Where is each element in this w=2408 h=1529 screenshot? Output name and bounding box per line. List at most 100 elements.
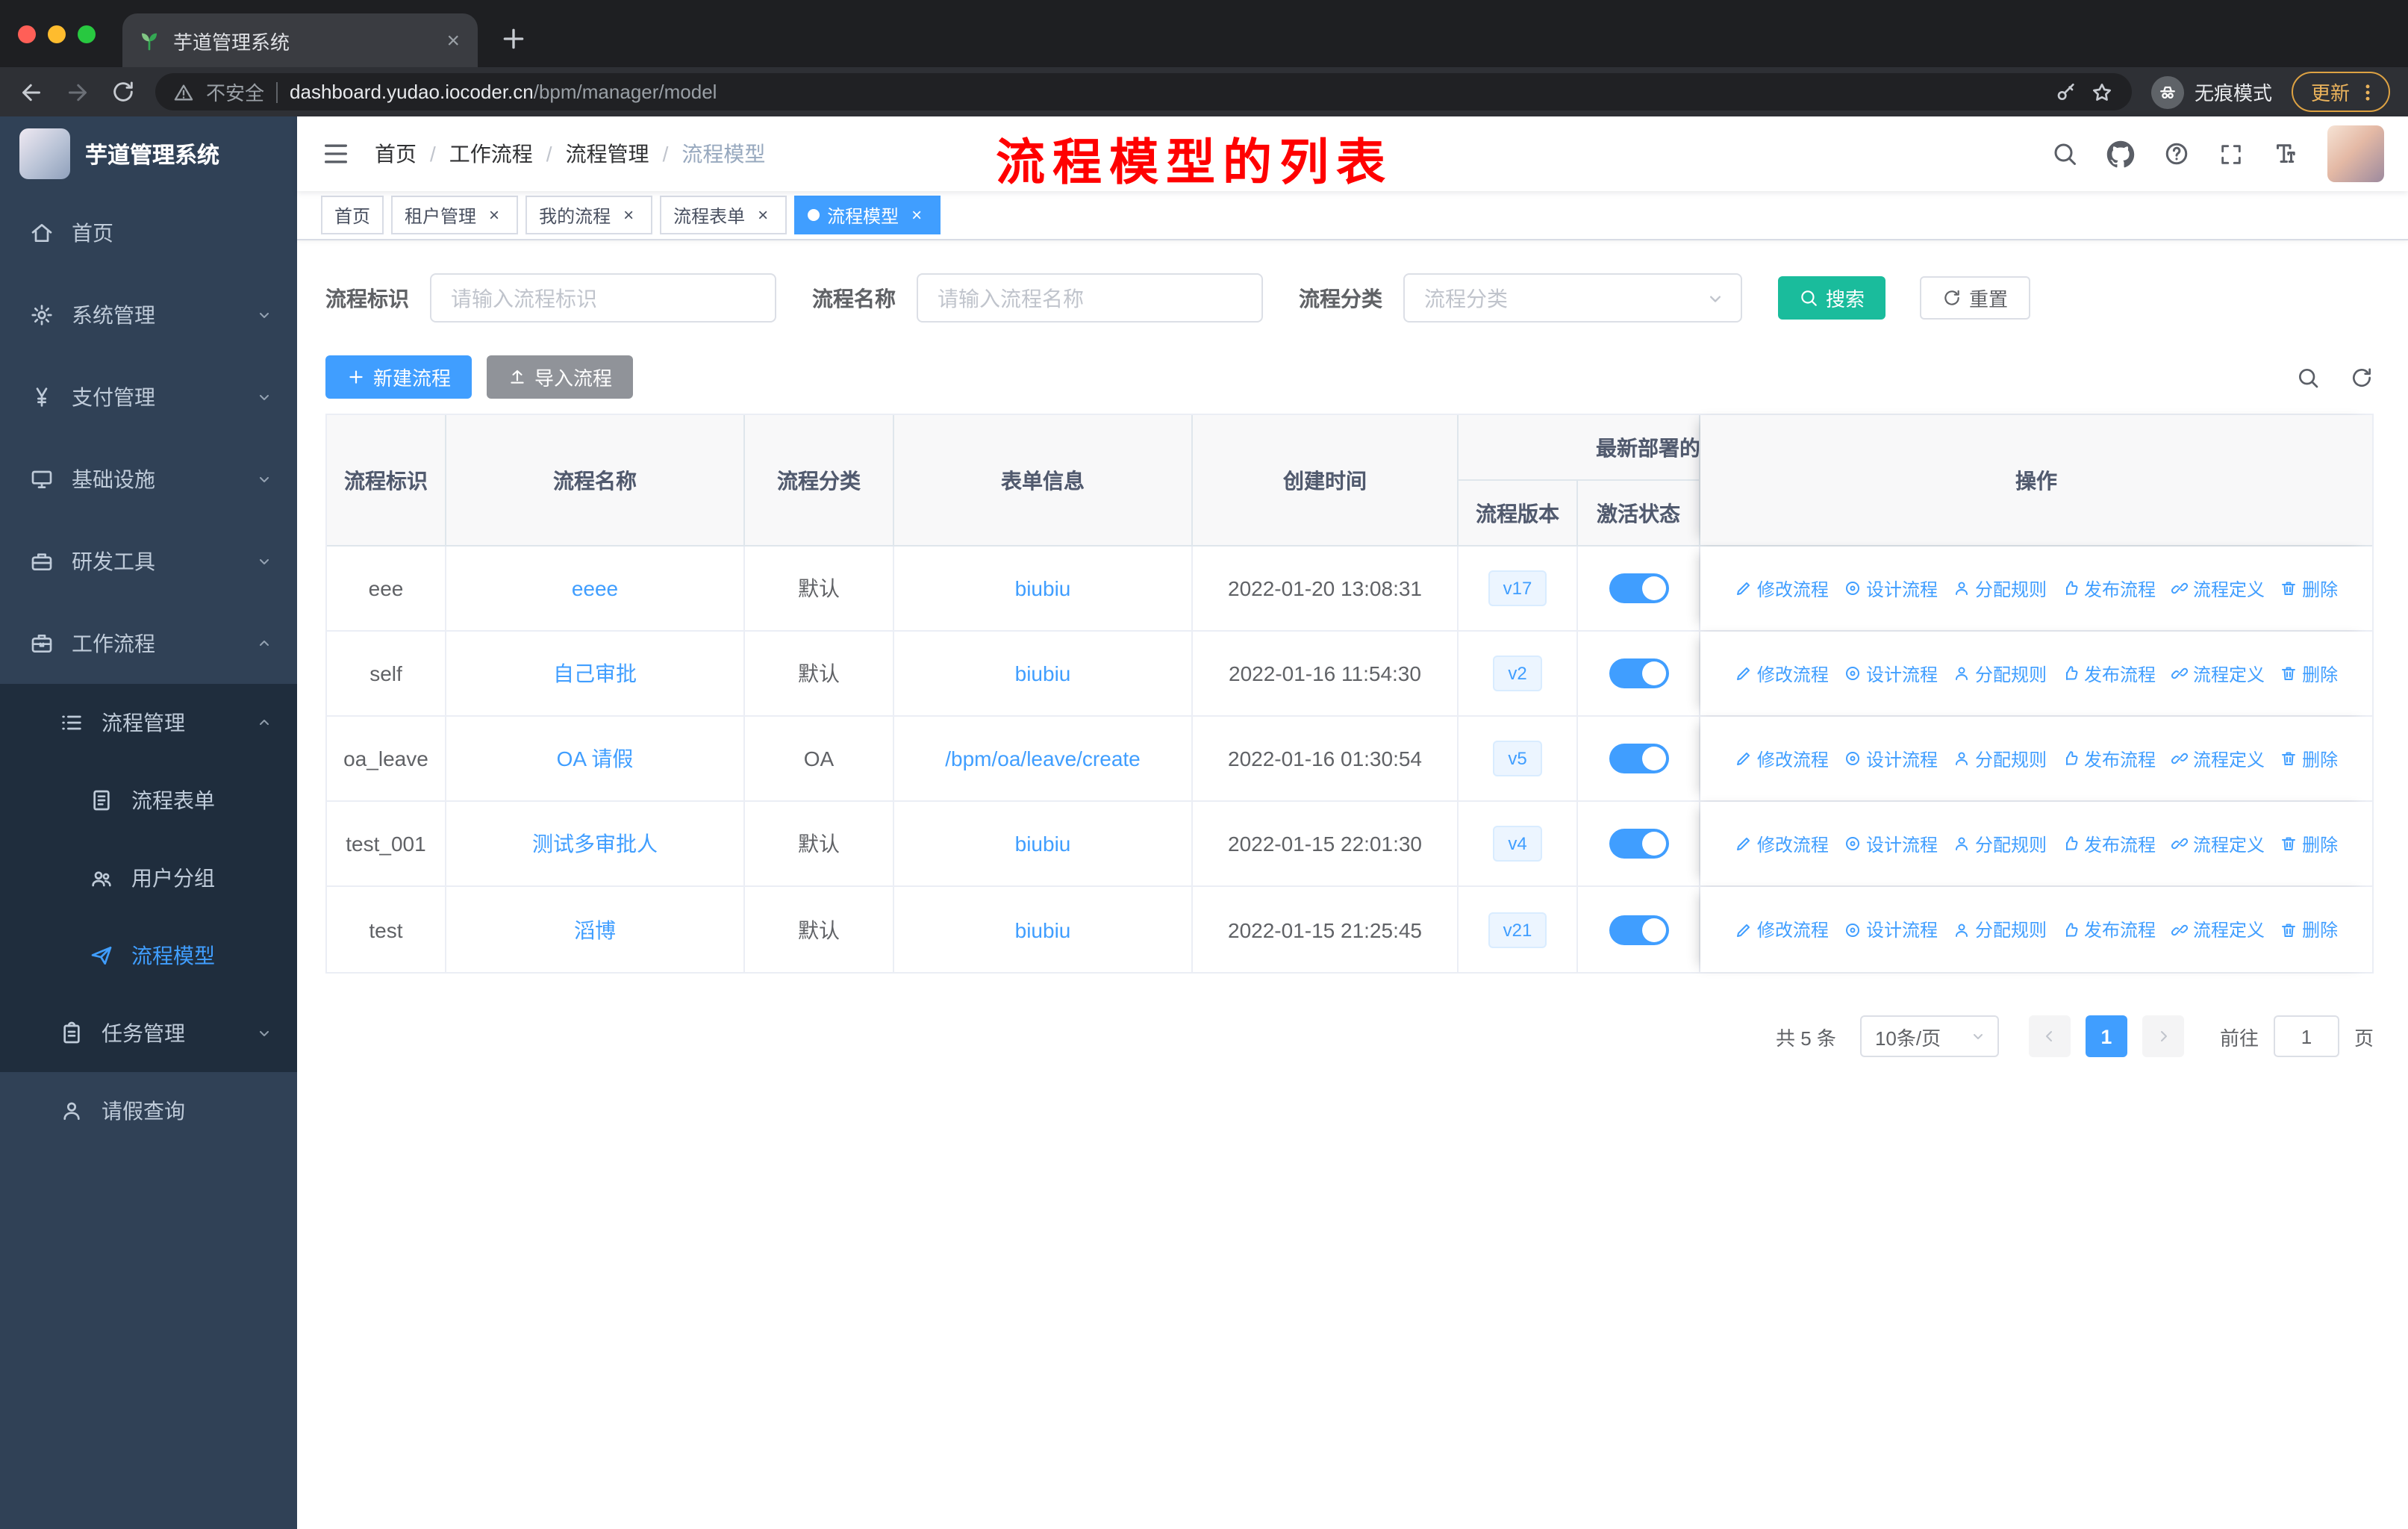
status-toggle[interactable] [1609, 573, 1668, 603]
sidebar-item-system-mgmt[interactable]: 系统管理 [0, 273, 297, 355]
sidebar-item-process-form[interactable]: 流程表单 [0, 762, 297, 839]
browser-menu-dots-icon[interactable] [2357, 81, 2378, 102]
action-publish-process[interactable]: 发布流程 [2062, 831, 2156, 856]
process-name-input[interactable] [917, 273, 1263, 323]
process-name-link[interactable]: 自己审批 [553, 658, 637, 688]
table-search-icon[interactable] [2296, 365, 2320, 389]
status-toggle[interactable] [1609, 744, 1668, 773]
action-edit-process[interactable]: 修改流程 [1735, 917, 1829, 942]
action-delete[interactable]: 删除 [2280, 831, 2338, 856]
action-process-definition[interactable]: 流程定义 [2171, 576, 2265, 601]
action-design-process[interactable]: 设计流程 [1844, 917, 1938, 942]
form-info-link[interactable]: biubiu [1015, 832, 1071, 856]
sidebar-item-task-mgmt[interactable]: 任务管理 [0, 994, 297, 1072]
bookmark-star-icon[interactable] [2090, 80, 2114, 104]
action-design-process[interactable]: 设计流程 [1844, 746, 1938, 771]
view-tag[interactable]: 流程表单 × [660, 196, 787, 234]
passwords-key-icon[interactable] [2054, 80, 2078, 104]
action-process-definition[interactable]: 流程定义 [2171, 661, 2265, 686]
tag-close-icon[interactable]: × [484, 205, 505, 225]
user-avatar[interactable] [2327, 125, 2384, 182]
sidebar-item-process-mgmt[interactable]: 流程管理 [0, 684, 297, 762]
import-process-button[interactable]: 导入流程 [487, 355, 634, 399]
action-assign-rule[interactable]: 分配规则 [1953, 746, 2047, 771]
process-name-link[interactable]: 滔博 [574, 915, 616, 944]
view-tag[interactable]: 我的流程 × [525, 196, 653, 234]
hamburger-icon[interactable] [321, 139, 351, 169]
action-publish-process[interactable]: 发布流程 [2062, 661, 2156, 686]
form-info-link[interactable]: biubiu [1015, 661, 1071, 685]
url-omnibox[interactable]: 不安全 dashboard.yudao.iocoder.cn/bpm/manag… [155, 73, 2132, 110]
form-info-link[interactable]: /bpm/oa/leave/create [945, 747, 1141, 770]
form-info-link[interactable]: biubiu [1015, 918, 1071, 941]
prev-page-button[interactable] [2028, 1015, 2071, 1057]
close-window-button[interactable] [18, 25, 36, 43]
search-icon[interactable] [2051, 140, 2078, 167]
form-info-link[interactable]: biubiu [1015, 576, 1071, 600]
breadcrumb-item-process-mgmt[interactable]: 流程管理 [566, 139, 649, 169]
help-icon[interactable] [2163, 140, 2190, 167]
sidebar-item-payment-mgmt[interactable]: 支付管理 [0, 355, 297, 437]
forward-icon[interactable] [64, 78, 91, 105]
category-select[interactable]: 流程分类 [1403, 273, 1742, 323]
reload-icon[interactable] [110, 79, 136, 105]
action-publish-process[interactable]: 发布流程 [2062, 917, 2156, 942]
minimize-window-button[interactable] [48, 25, 66, 43]
update-button[interactable]: 更新 [2291, 72, 2390, 112]
back-icon[interactable] [18, 78, 45, 105]
action-design-process[interactable]: 设计流程 [1844, 661, 1938, 686]
next-page-button[interactable] [2142, 1015, 2184, 1057]
breadcrumb-item-home[interactable]: 首页 [375, 139, 417, 169]
status-toggle[interactable] [1609, 829, 1668, 859]
action-delete[interactable]: 删除 [2280, 576, 2338, 601]
action-assign-rule[interactable]: 分配规则 [1953, 661, 2047, 686]
action-design-process[interactable]: 设计流程 [1844, 831, 1938, 856]
font-size-icon[interactable] [2272, 140, 2299, 167]
action-assign-rule[interactable]: 分配规则 [1953, 831, 2047, 856]
view-tag[interactable]: 首页 [321, 196, 384, 234]
process-name-link[interactable]: 测试多审批人 [532, 829, 658, 859]
view-tag[interactable]: 租户管理 × [391, 196, 519, 234]
goto-page-input[interactable] [2273, 1015, 2339, 1057]
view-tag[interactable]: 流程模型 × [794, 196, 941, 234]
action-process-definition[interactable]: 流程定义 [2171, 831, 2265, 856]
search-button[interactable]: 搜索 [1778, 276, 1886, 320]
table-refresh-icon[interactable] [2350, 365, 2374, 389]
action-delete[interactable]: 删除 [2280, 917, 2338, 942]
action-edit-process[interactable]: 修改流程 [1735, 831, 1829, 856]
action-edit-process[interactable]: 修改流程 [1735, 576, 1829, 601]
action-edit-process[interactable]: 修改流程 [1735, 661, 1829, 686]
fullscreen-icon[interactable] [2218, 141, 2244, 166]
sidebar-item-infrastructure[interactable]: 基础设施 [0, 437, 297, 520]
action-publish-process[interactable]: 发布流程 [2062, 746, 2156, 771]
sidebar-item-workflow[interactable]: 工作流程 [0, 602, 297, 684]
maximize-window-button[interactable] [78, 25, 96, 43]
tag-close-icon[interactable]: × [906, 205, 927, 225]
action-edit-process[interactable]: 修改流程 [1735, 746, 1829, 771]
page-size-select[interactable]: 10条/页 [1859, 1015, 1999, 1057]
tag-close-icon[interactable]: × [618, 205, 639, 225]
process-name-link[interactable]: OA 请假 [557, 744, 634, 773]
action-process-definition[interactable]: 流程定义 [2171, 917, 2265, 942]
sidebar-item-home[interactable]: 首页 [0, 191, 297, 273]
tag-close-icon[interactable]: × [752, 205, 773, 225]
action-delete[interactable]: 删除 [2280, 661, 2338, 686]
process-name-link[interactable]: eeee [572, 576, 618, 600]
status-toggle[interactable] [1609, 915, 1668, 944]
action-process-definition[interactable]: 流程定义 [2171, 746, 2265, 771]
tab-close-icon[interactable]: × [443, 28, 463, 53]
reset-button[interactable]: 重置 [1920, 276, 2031, 320]
sidebar-item-leave-query[interactable]: 请假查询 [0, 1072, 297, 1150]
action-delete[interactable]: 删除 [2280, 746, 2338, 771]
github-icon[interactable] [2106, 140, 2135, 168]
action-assign-rule[interactable]: 分配规则 [1953, 917, 2047, 942]
page-number-1[interactable]: 1 [2085, 1015, 2127, 1057]
browser-tab[interactable]: 芋道管理系统 × [122, 13, 478, 67]
new-tab-button[interactable] [499, 24, 528, 54]
sidebar-item-dev-tools[interactable]: 研发工具 [0, 520, 297, 602]
create-process-button[interactable]: 新建流程 [325, 355, 472, 399]
action-assign-rule[interactable]: 分配规则 [1953, 576, 2047, 601]
sidebar-item-user-group[interactable]: 用户分组 [0, 839, 297, 917]
breadcrumb-item-workflow[interactable]: 工作流程 [449, 139, 533, 169]
security-warning-icon[interactable] [173, 81, 194, 102]
